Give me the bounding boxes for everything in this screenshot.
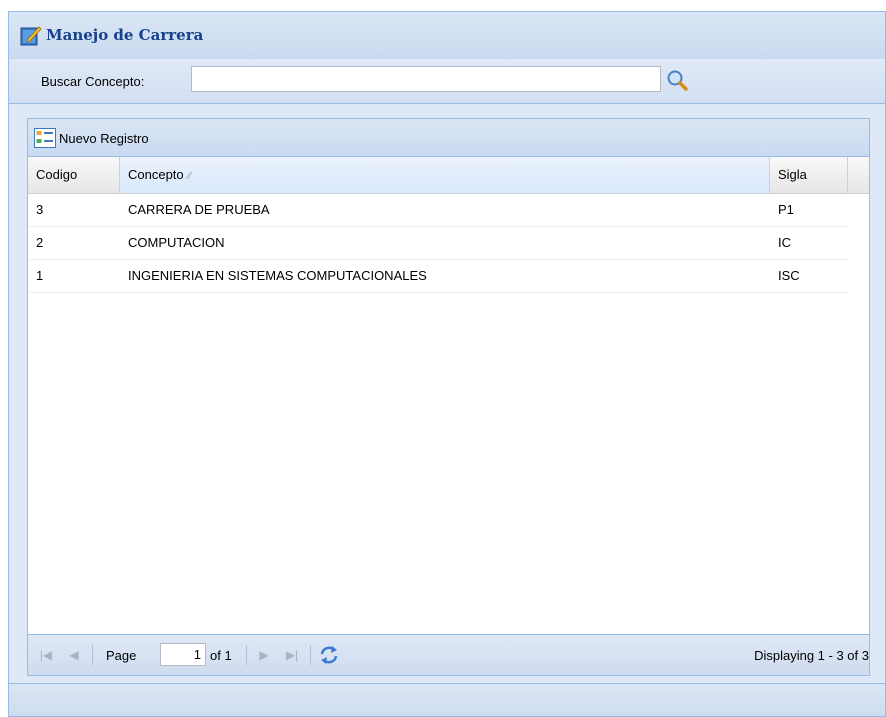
column-header-label: Codigo <box>36 167 78 182</box>
cell-concepto: COMPUTACION <box>128 235 225 250</box>
separator <box>246 645 247 665</box>
search-label: Buscar Concepto: <box>41 74 145 89</box>
cell-codigo: 1 <box>36 268 44 283</box>
column-header-label: Sigla <box>778 167 807 182</box>
main-panel: Manejo de Carrera Buscar Concepto: Nuevo… <box>8 11 886 717</box>
refresh-icon[interactable] <box>318 644 340 666</box>
search-toolbar: Buscar Concepto: <box>9 59 885 104</box>
column-header-codigo[interactable]: Codigo <box>28 157 120 193</box>
cell-concepto: INGENIERIA EN SISTEMAS COMPUTACIONALES <box>128 268 427 283</box>
first-page-icon[interactable]: |◀ <box>36 645 56 665</box>
separator <box>310 645 311 665</box>
page-count-label: of 1 <box>210 648 232 663</box>
grid-toolbar: Nuevo Registro <box>28 119 869 157</box>
new-record-button[interactable]: Nuevo Registro <box>34 127 149 149</box>
page-label: Page <box>106 648 137 663</box>
edit-icon <box>20 26 42 46</box>
table-row[interactable]: 2 COMPUTACION IC <box>28 227 848 260</box>
displaying-info: Displaying 1 - 3 of 3 <box>754 648 869 663</box>
panel-footer <box>9 683 885 716</box>
cell-sigla: IC <box>778 235 791 250</box>
search-input[interactable] <box>191 66 661 92</box>
cell-concepto: CARRERA DE PRUEBA <box>128 202 270 217</box>
column-header-sigla[interactable]: Sigla <box>770 157 848 193</box>
paging-toolbar: |◀ ◀ Page of 1 ▶ ▶| Displaying 1 - 3 of … <box>28 634 869 675</box>
panel-header: Manejo de Carrera <box>9 12 885 60</box>
last-page-icon[interactable]: ▶| <box>282 645 302 665</box>
cell-sigla: P1 <box>778 202 794 217</box>
page-number-input[interactable] <box>160 643 206 666</box>
sort-icon: ⁄⁄ <box>187 171 191 182</box>
grid-body: 3 CARRERA DE PRUEBA P1 2 COMPUTACION IC … <box>28 194 848 293</box>
column-header-concepto[interactable]: Concepto ⁄⁄ <box>120 157 770 193</box>
carreras-grid: Nuevo Registro Codigo Concepto ⁄⁄ Sigla 3… <box>27 118 870 676</box>
form-icon <box>34 128 56 148</box>
cell-sigla: ISC <box>778 268 800 283</box>
cell-codigo: 3 <box>36 202 44 217</box>
new-record-label: Nuevo Registro <box>59 130 149 146</box>
search-icon[interactable] <box>665 68 689 92</box>
column-header-label: Concepto <box>128 167 184 182</box>
separator <box>92 645 93 665</box>
page-title: Manejo de Carrera <box>46 26 204 44</box>
grid-header: Codigo Concepto ⁄⁄ Sigla <box>28 157 869 194</box>
next-page-icon[interactable]: ▶ <box>254 645 274 665</box>
table-row[interactable]: 3 CARRERA DE PRUEBA P1 <box>28 194 848 227</box>
table-row[interactable]: 1 INGENIERIA EN SISTEMAS COMPUTACIONALES… <box>28 260 848 293</box>
prev-page-icon[interactable]: ◀ <box>64 645 84 665</box>
cell-codigo: 2 <box>36 235 44 250</box>
